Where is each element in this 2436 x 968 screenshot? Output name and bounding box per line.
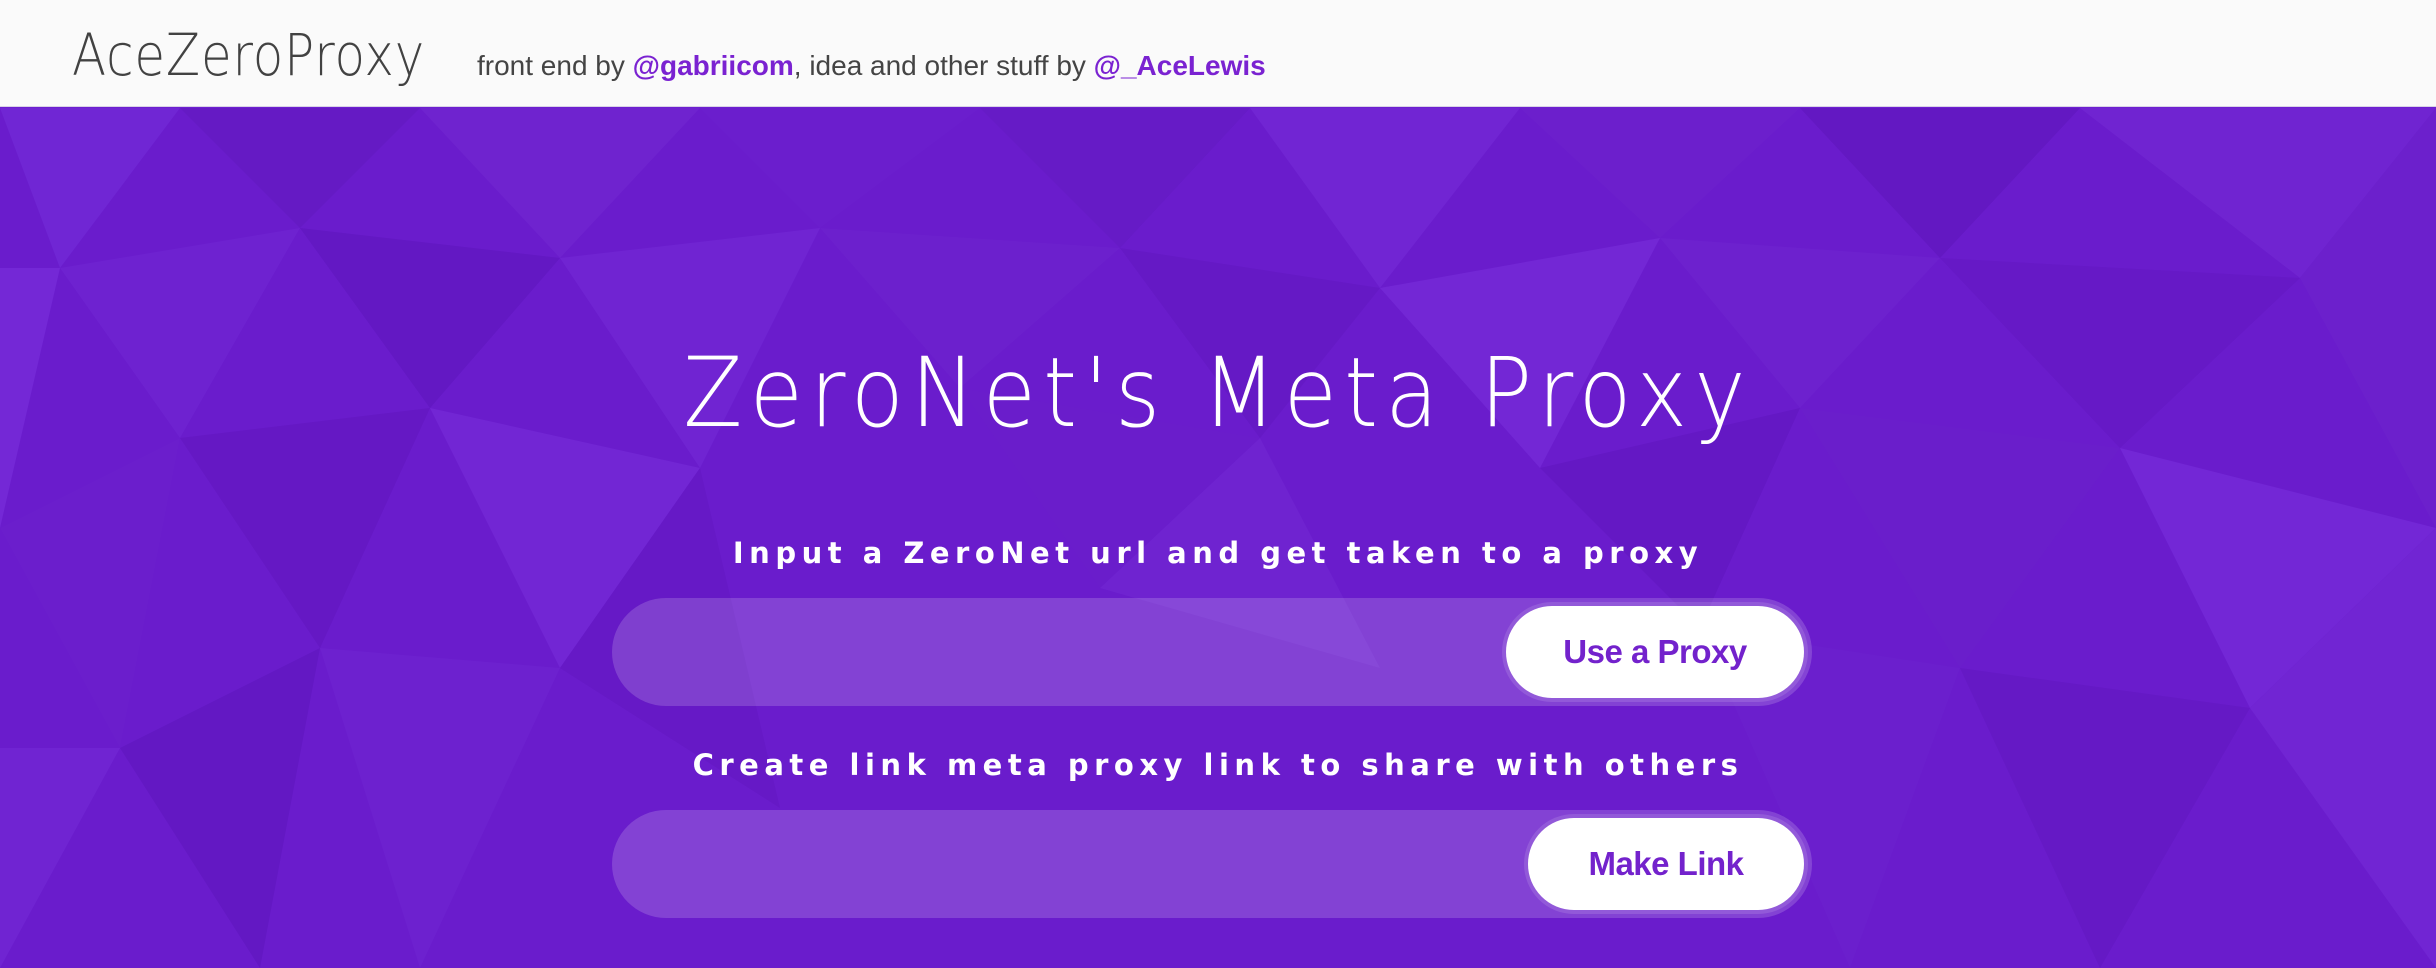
use-a-proxy-button[interactable]: Use a Proxy xyxy=(1506,606,1804,698)
credits-middle: , idea and other stuff by xyxy=(793,50,1094,81)
zeronet-url-input[interactable] xyxy=(652,598,1476,708)
proxy-section-label: Input a ZeroNet url and get taken to a p… xyxy=(732,536,1704,570)
hero-section: ZeroNet's Meta Proxy Input a ZeroNet url… xyxy=(0,108,2436,968)
link-section-label: Create link meta proxy link to share wit… xyxy=(692,748,1744,782)
make-link-form: Make Link xyxy=(612,810,1812,920)
author-link-gabriicom[interactable]: @gabriicom xyxy=(633,50,794,81)
hero-title: ZeroNet's Meta Proxy xyxy=(683,337,1753,449)
author-link-acelewis[interactable]: @_AceLewis xyxy=(1094,50,1266,81)
credits-prefix: front end by xyxy=(477,50,633,81)
top-header: AceZeroProxy front end by @gabriicom, id… xyxy=(0,0,2436,107)
proxy-form: Use a Proxy xyxy=(612,598,1812,708)
make-link-button[interactable]: Make Link xyxy=(1528,818,1804,910)
site-logo[interactable]: AceZeroProxy xyxy=(72,22,425,88)
share-link-input[interactable] xyxy=(652,810,1476,920)
credits-text: front end by @gabriicom, idea and other … xyxy=(477,46,1266,86)
